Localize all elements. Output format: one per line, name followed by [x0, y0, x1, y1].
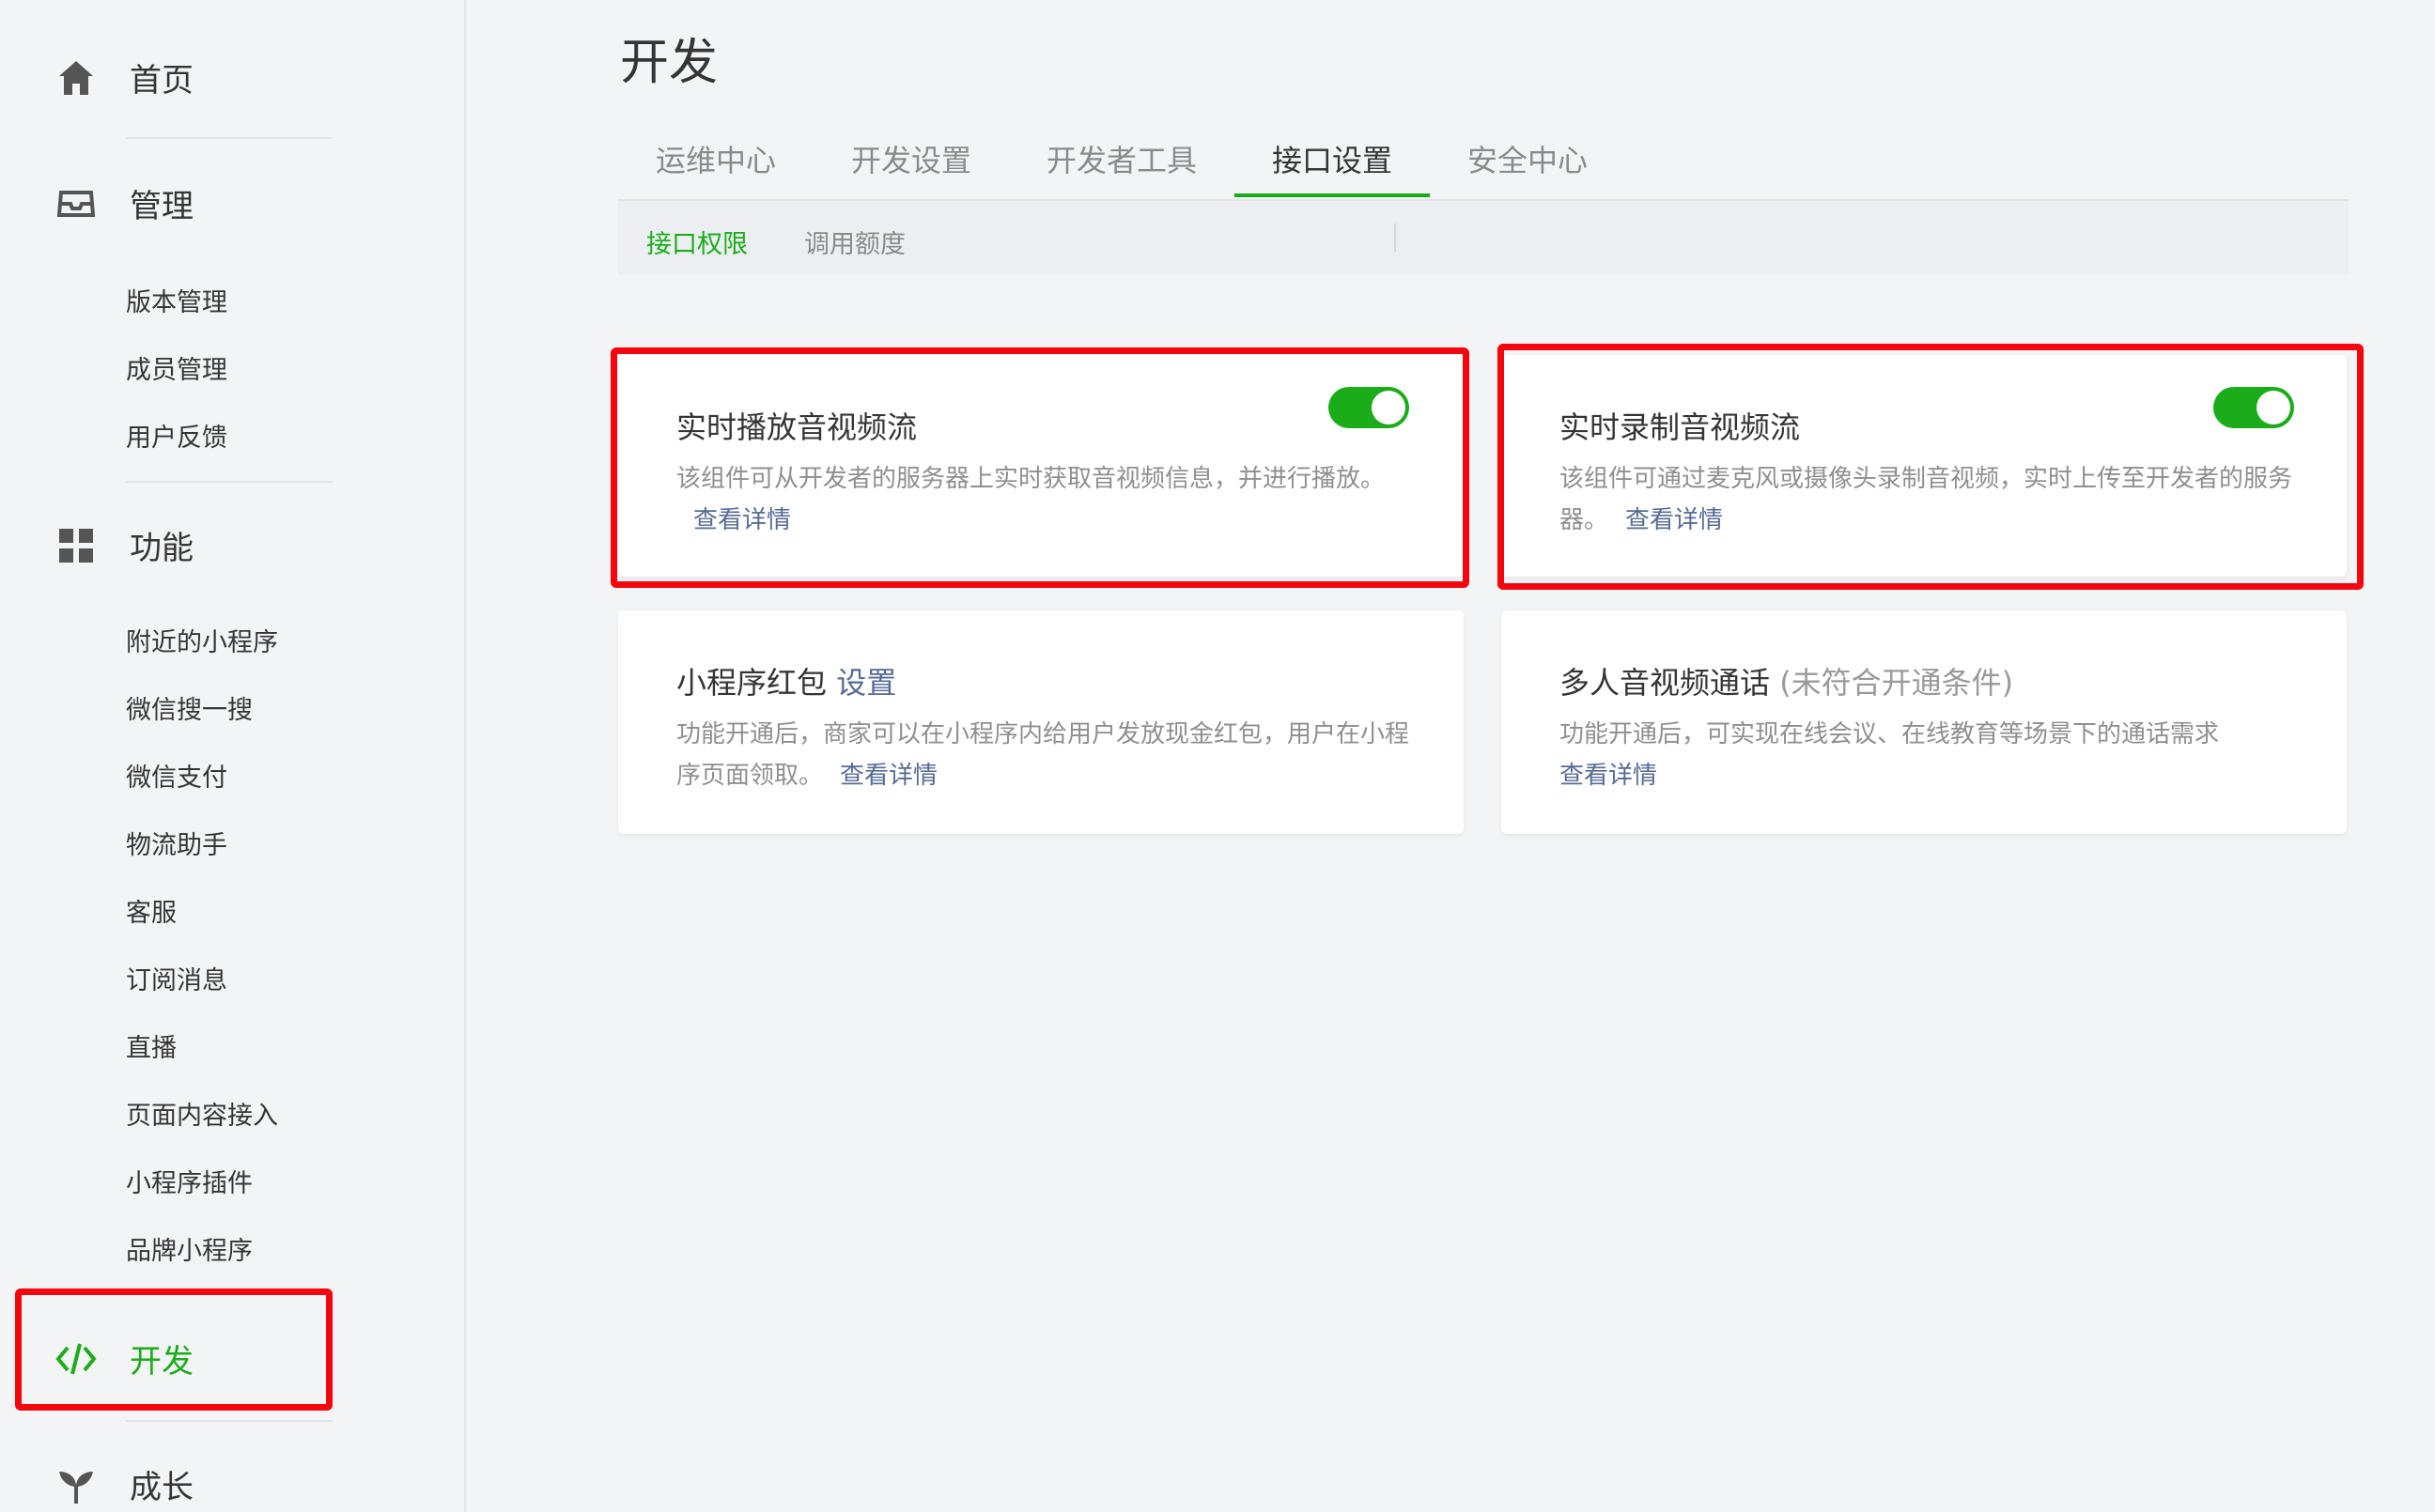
tab-bar: 运维中心 开发设置 开发者工具 接口设置 安全中心	[618, 122, 2349, 201]
card-title-text: 多人音视频通话	[1559, 665, 1771, 701]
tab-ops[interactable]: 运维中心	[656, 137, 776, 180]
tab-security[interactable]: 安全中心	[1467, 137, 1588, 180]
tab-api-settings[interactable]: 接口设置	[1272, 137, 1392, 180]
divider	[126, 137, 333, 139]
card-description: 功能开通后，商家可以在小程序内给用户发放现金红包，用户在小程序页面领取。 查看详情	[676, 714, 1409, 796]
card-desc-text: 功能开通后，可实现在线会议、在线教育等场景下的通话需求	[1559, 720, 2220, 748]
home-icon	[54, 56, 98, 100]
card-desc-text: 功能开通后，商家可以在小程序内给用户发放现金红包，用户在小程序页面领取。	[676, 720, 1410, 790]
sidebar-item-service[interactable]: 客服	[126, 892, 177, 929]
sidebar-item-pay[interactable]: 微信支付	[126, 757, 227, 794]
nav-manage[interactable]: 管理	[54, 180, 194, 226]
subtab-bar: 接口权限 调用额度	[618, 201, 2349, 274]
card-title-note: (未符合开通条件)	[1779, 665, 2014, 701]
card-description: 功能开通后，可实现在线会议、在线教育等场景下的通话需求 查看详情	[1559, 714, 2292, 796]
highlight-box	[15, 1288, 333, 1411]
divider	[126, 481, 333, 483]
nav-growth[interactable]: 成长	[54, 1461, 194, 1507]
card-title: 多人音视频通话 (未符合开通条件)	[1559, 659, 2013, 702]
sidebar-item-subscribe[interactable]: 订阅消息	[126, 960, 227, 996]
page-title: 开发	[620, 35, 719, 91]
sidebar-item-version[interactable]: 版本管理	[126, 282, 227, 318]
nav-features[interactable]: 功能	[54, 522, 194, 568]
api-card-red-packet: 小程序红包 设置 功能开通后，商家可以在小程序内给用户发放现金红包，用户在小程序…	[618, 610, 1464, 834]
divider	[126, 1420, 333, 1422]
nav-home[interactable]: 首页	[54, 54, 194, 100]
details-link[interactable]: 查看详情	[1559, 762, 1657, 790]
active-tab-indicator	[1234, 193, 1430, 197]
card-title: 小程序红包 设置	[676, 659, 896, 702]
nav-manage-label: 管理	[130, 188, 194, 225]
nav-features-label: 功能	[130, 530, 194, 567]
sidebar-item-live[interactable]: 直播	[126, 1027, 177, 1064]
sidebar-item-logistics[interactable]: 物流助手	[126, 825, 227, 861]
api-card-multi-call: 多人音视频通话 (未符合开通条件) 功能开通后，可实现在线会议、在线教育等场景下…	[1501, 610, 2347, 834]
sidebar-item-members[interactable]: 成员管理	[126, 349, 227, 386]
sidebar: 首页 管理 版本管理 成员管理 用户反馈 功能 附近的小程序 微信搜一搜 微信支…	[0, 0, 466, 1512]
sidebar-item-nearby[interactable]: 附近的小程序	[126, 622, 278, 658]
sprout-icon	[54, 1463, 98, 1506]
inbox-icon	[54, 182, 98, 225]
grid-icon	[54, 524, 98, 567]
highlight-box	[1497, 344, 2364, 590]
nav-growth-label: 成长	[130, 1469, 194, 1506]
highlight-box	[611, 347, 1469, 588]
sidebar-item-feedback[interactable]: 用户反馈	[126, 417, 227, 454]
nav-home-label: 首页	[130, 62, 194, 100]
sidebar-item-search[interactable]: 微信搜一搜	[126, 689, 253, 726]
sidebar-item-content[interactable]: 页面内容接入	[126, 1095, 278, 1132]
subtab-permissions[interactable]: 接口权限	[646, 224, 748, 260]
tab-dev-tools[interactable]: 开发者工具	[1047, 137, 1197, 180]
tab-dev-settings[interactable]: 开发设置	[851, 137, 971, 180]
card-title-text: 小程序红包	[676, 665, 828, 701]
sidebar-item-brand[interactable]: 品牌小程序	[126, 1230, 253, 1267]
subtab-separator	[1394, 224, 1396, 252]
subtab-quota[interactable]: 调用额度	[804, 224, 906, 260]
settings-link[interactable]: 设置	[836, 665, 896, 701]
sidebar-item-plugin[interactable]: 小程序插件	[126, 1163, 253, 1199]
details-link[interactable]: 查看详情	[840, 762, 938, 790]
